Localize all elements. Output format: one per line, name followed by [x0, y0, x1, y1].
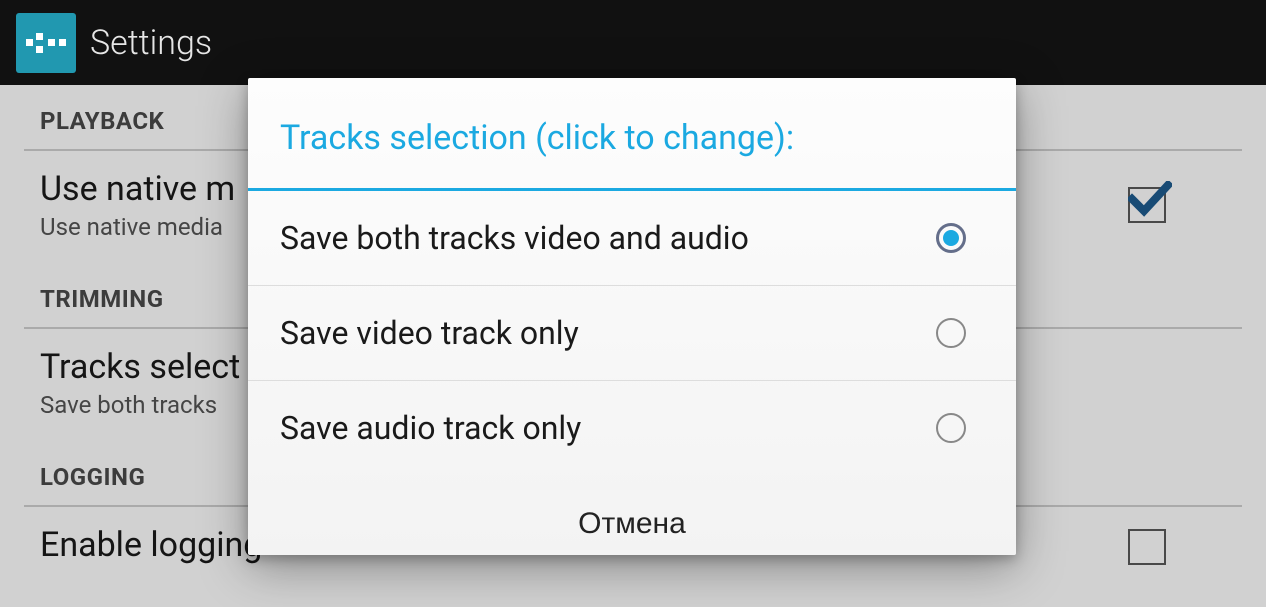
option-audio-only[interactable]: Save audio track only — [248, 381, 1016, 475]
page-title: Settings — [90, 23, 212, 63]
checkbox-enable-logging[interactable] — [1128, 529, 1166, 565]
radio-audio-only[interactable] — [936, 413, 966, 443]
option-label: Save video track only — [280, 314, 579, 352]
checkbox-native-media[interactable] — [1128, 187, 1166, 223]
app-header: Settings — [0, 0, 1266, 85]
option-label: Save audio track only — [280, 409, 581, 447]
tracks-selection-dialog: Tracks selection (click to change): Save… — [248, 78, 1016, 555]
option-label: Save both tracks video and audio — [280, 219, 749, 257]
option-video-only[interactable]: Save video track only — [248, 286, 1016, 381]
radio-both-tracks[interactable] — [936, 223, 966, 253]
dialog-title: Tracks selection (click to change): — [248, 78, 1016, 188]
radio-video-only[interactable] — [936, 318, 966, 348]
option-both-tracks[interactable]: Save both tracks video and audio — [248, 191, 1016, 286]
app-icon — [16, 13, 76, 73]
cancel-button[interactable]: Отмена — [554, 499, 710, 549]
